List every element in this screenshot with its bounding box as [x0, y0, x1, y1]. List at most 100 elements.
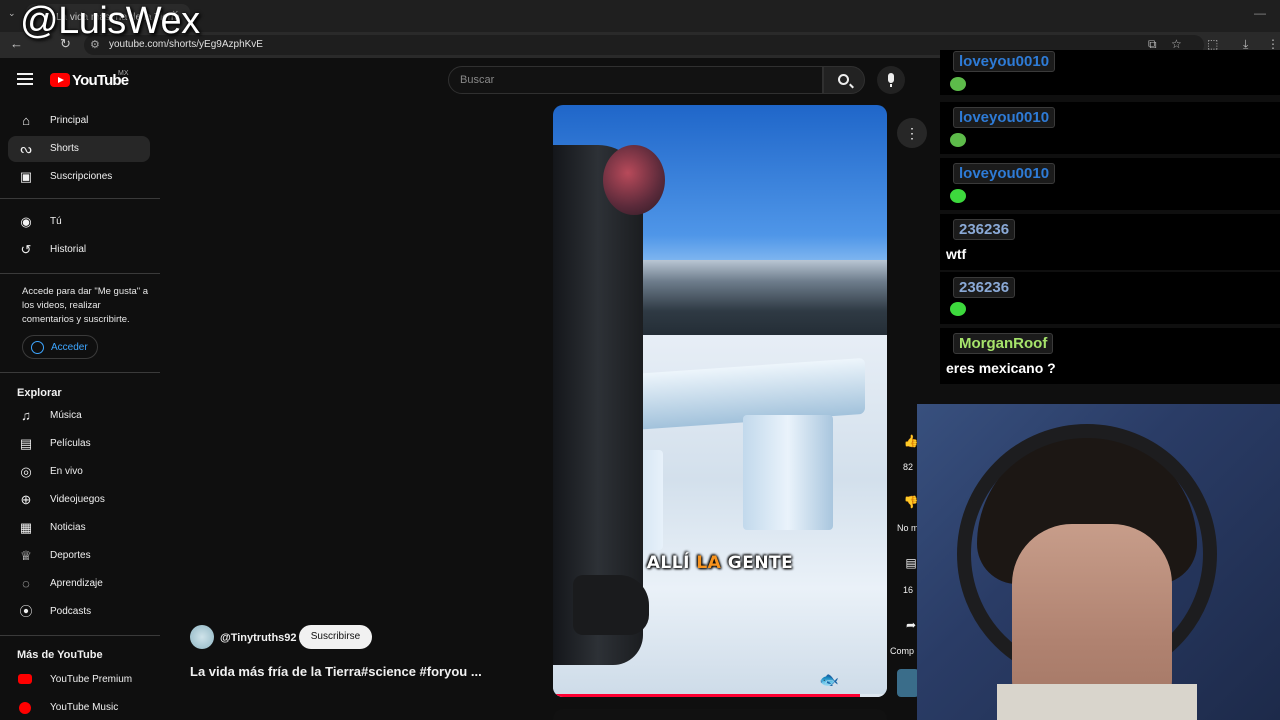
streamer-webcam: [917, 404, 1280, 720]
chat-username: loveyou0010: [953, 107, 1056, 128]
sidebar-item-podcasts[interactable]: ⦿ Podcasts: [8, 599, 150, 625]
sidebar-item-shorts[interactable]: ᔓ Shorts: [8, 136, 150, 162]
chat-text: eres mexicano ?: [946, 360, 1056, 376]
sidebar-item-label: YouTube Music: [50, 702, 119, 713]
chat-emote-icon: [950, 189, 966, 203]
channel-thumbnail[interactable]: [897, 669, 919, 697]
sidebar-item-label: Noticias: [50, 522, 86, 533]
chat-emote-icon: [950, 133, 966, 147]
sidebar-item-suscripciones[interactable]: ▣ Suscripciones: [8, 164, 150, 190]
sidebar-item-youtube-music[interactable]: YouTube Music: [8, 695, 150, 720]
video-ice-pillar: [743, 415, 833, 530]
chat-username-text: 236236: [959, 221, 1010, 238]
movies-icon: ▤: [19, 436, 33, 451]
tab-list-chevron-icon[interactable]: ⌄: [8, 8, 16, 19]
sidebar-item-tu[interactable]: ◉ Tú: [8, 209, 150, 235]
sidebar-item-aprendizaje[interactable]: ◌ Aprendizaje: [8, 571, 150, 597]
subscriptions-icon: ▣: [19, 169, 33, 184]
search-placeholder: Buscar: [460, 74, 495, 86]
streamer-watermark: @LuisWex: [20, 0, 200, 42]
region-code: MX: [118, 70, 129, 77]
sidebar-item-principal[interactable]: ⌂ Principal: [8, 108, 150, 134]
lightbulb-icon: ◌: [22, 576, 30, 591]
video-more-icon[interactable]: ⋮: [897, 118, 927, 148]
signin-button-label: Acceder: [51, 342, 88, 353]
sidebar-item-label: Películas: [50, 438, 91, 449]
sidebar-item-deportes[interactable]: ♕ Deportes: [8, 543, 150, 569]
bookmark-star-icon[interactable]: ☆: [1171, 37, 1182, 51]
sidebar-divider: [0, 372, 160, 373]
dislike-label: No m: [897, 523, 919, 533]
voice-search-button[interactable]: [877, 66, 905, 94]
sidebar-divider: [0, 198, 160, 199]
menu-hamburger-icon[interactable]: [17, 73, 33, 85]
account-icon: [31, 341, 44, 354]
sidebar-item-peliculas[interactable]: ▤ Películas: [8, 431, 150, 457]
sidebar-item-label: Principal: [50, 115, 89, 126]
sidebar-item-musica[interactable]: ♫ Música: [8, 403, 150, 429]
sidebar-item-historial[interactable]: ↺ Historial: [8, 237, 150, 263]
caption-highlight: LA: [696, 553, 722, 573]
extensions-icon[interactable]: ⬚: [1207, 37, 1218, 51]
live-icon: ◎: [20, 464, 32, 479]
chat-username: loveyou0010: [953, 51, 1056, 72]
chat-username: MorganRoof: [953, 333, 1054, 354]
sidebar-item-label: Suscripciones: [50, 171, 113, 182]
sidebar-item-noticias[interactable]: ▦ Noticias: [8, 515, 150, 541]
sidebar-item-label: Deportes: [50, 550, 91, 561]
sidebar-divider: [0, 273, 160, 274]
more-from-youtube-heading: Más de YouTube: [17, 649, 103, 661]
video-title[interactable]: La vida más fría de la Tierra#science #f…: [190, 664, 482, 679]
chat-username-text: MorganRoof: [959, 335, 1048, 352]
youtube-play-icon: [50, 73, 70, 87]
microphone-icon: [888, 73, 894, 87]
youtube-premium-icon: [18, 674, 32, 684]
comments-count: 16: [903, 585, 914, 595]
explore-heading: Explorar: [17, 387, 62, 399]
sidebar-item-label: Videojuegos: [50, 494, 105, 505]
subscribe-button[interactable]: Suscribirse: [299, 625, 372, 649]
video-progress-bar[interactable]: [553, 694, 887, 697]
chat-username-text: loveyou0010: [959, 109, 1050, 126]
sidebar-item-label: Aprendizaje: [50, 578, 103, 589]
like-count: 82: [903, 462, 914, 472]
chat-username: 236236: [953, 219, 1016, 240]
chat-emote-icon: [950, 77, 966, 91]
shorts-video-player[interactable]: ALLÍ LA GENTE 🐟: [553, 105, 887, 697]
chat-username-text: loveyou0010: [959, 53, 1050, 70]
signin-prompt: Accede para dar "Me gusta" a los videos,…: [22, 286, 149, 325]
browser-menu-icon[interactable]: ⋮: [1267, 37, 1279, 51]
next-short-preview[interactable]: [553, 709, 887, 720]
history-icon: ↺: [20, 242, 32, 257]
fish-sticker-icon: 🐟: [819, 672, 839, 689]
home-icon: ⌂: [22, 113, 30, 128]
sidebar-item-videojuegos[interactable]: ⊕ Videojuegos: [8, 487, 150, 513]
channel-avatar[interactable]: [190, 625, 214, 649]
chat-text: wtf: [946, 246, 967, 262]
chat-emote-icon: [950, 302, 966, 316]
chat-username: 236236: [953, 277, 1016, 298]
video-hat: [603, 145, 665, 215]
sidebar-item-label: Música: [50, 410, 82, 421]
gaming-icon: ⊕: [20, 492, 32, 507]
webcam-shirt: [997, 684, 1197, 720]
signin-button[interactable]: Acceder: [22, 335, 98, 359]
sidebar-item-en-vivo[interactable]: ◎ En vivo: [8, 459, 150, 485]
youtube-music-icon: [19, 702, 31, 714]
window-minimize-icon[interactable]: —: [1254, 6, 1266, 20]
chat-username-text: 236236: [959, 279, 1010, 296]
channel-handle[interactable]: @Tinytruths92: [220, 632, 297, 644]
sidebar-item-label: Shorts: [50, 143, 79, 154]
sidebar-item-label: YouTube Premium: [50, 674, 133, 685]
sidebar-divider: [0, 635, 160, 636]
news-icon: ▦: [19, 520, 33, 535]
trophy-icon: ♕: [20, 548, 32, 563]
search-input[interactable]: [448, 66, 823, 94]
sidebar-item-label: Historial: [50, 244, 87, 255]
search-icon: [838, 74, 849, 85]
search-button[interactable]: [823, 66, 865, 94]
music-icon: ♫: [21, 408, 31, 423]
sidebar-item-youtube-premium[interactable]: YouTube Premium: [8, 667, 150, 693]
caption-part1: ALLÍ: [646, 553, 697, 573]
sidebar-item-label: En vivo: [50, 466, 83, 477]
